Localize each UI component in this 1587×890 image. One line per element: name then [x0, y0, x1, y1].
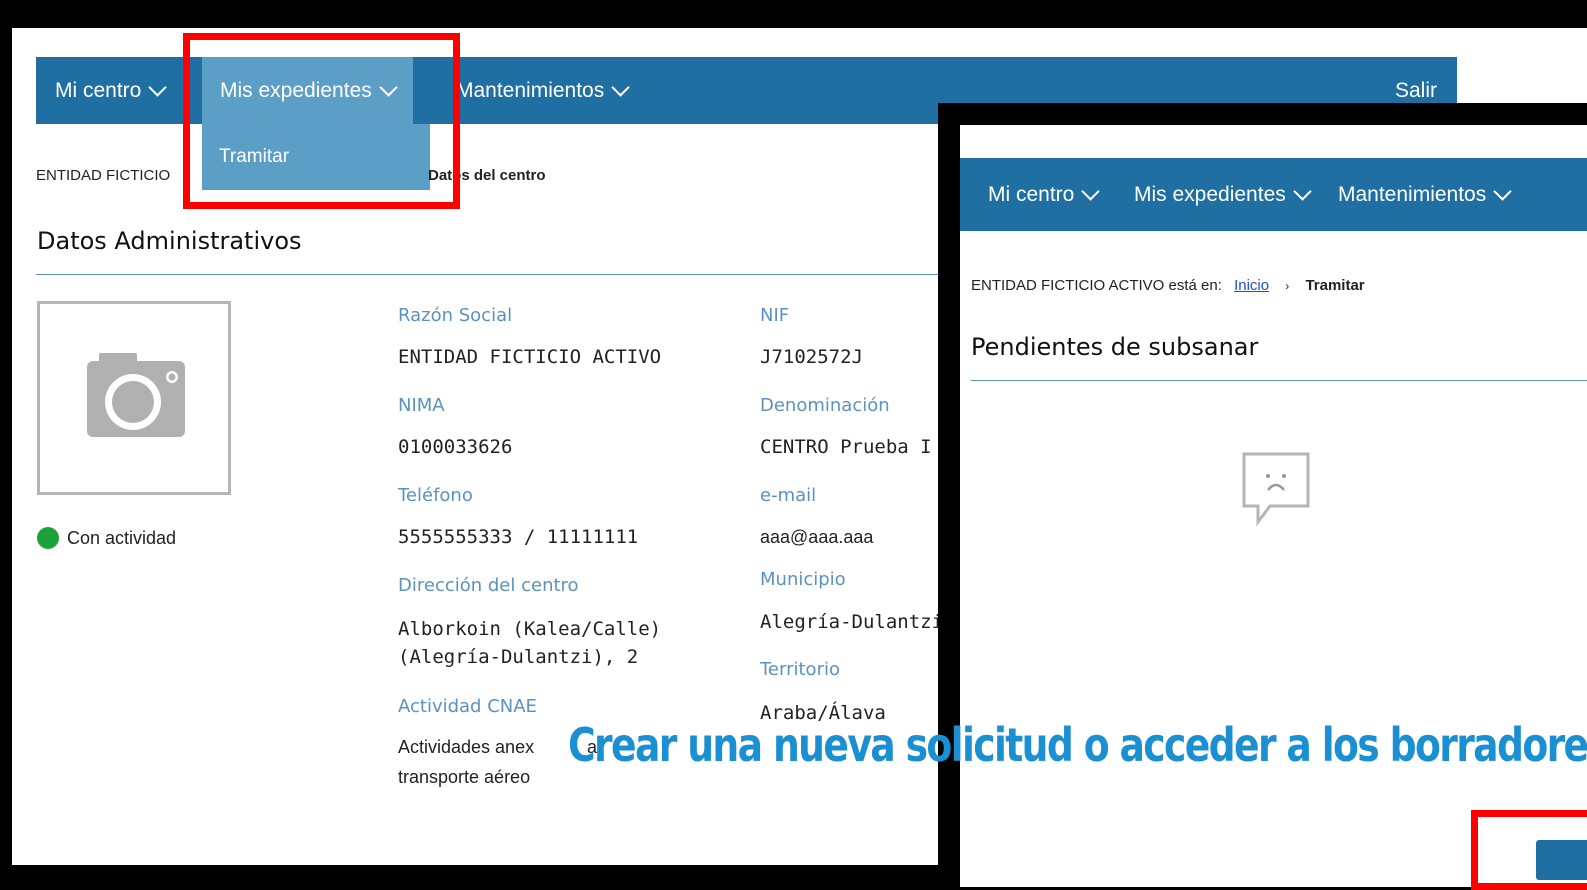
- breadcrumb-current: Tramitar: [1305, 277, 1365, 294]
- label-telefono: Teléfono: [398, 485, 473, 506]
- camera-icon: [87, 353, 185, 437]
- highlight-box-mis-expedientes: [183, 33, 460, 209]
- value-actividad-line2: transporte aéreo: [398, 767, 531, 787]
- value-municipio: Alegría-Dulantzi: [760, 611, 944, 633]
- breadcrumb: ENTIDAD FICTICIO ACTIVO está en: Inicio …: [971, 277, 1365, 294]
- value-nif: J7102572J: [760, 346, 863, 368]
- logout-link[interactable]: Salir: [1395, 79, 1437, 103]
- page-title: Pendientes de subsanar: [971, 333, 1259, 361]
- breadcrumb-separator-icon: ›: [1285, 279, 1290, 293]
- title-divider: [36, 274, 956, 275]
- breadcrumb: ENTIDAD FICTICIO: [36, 167, 170, 184]
- nav-mi-centro[interactable]: Mi centro: [55, 77, 168, 103]
- nav-label: Mantenimientos: [1338, 182, 1487, 206]
- value-email: aaa@aaa.aaa: [760, 527, 874, 547]
- value-nima: 0100033626: [398, 436, 513, 458]
- label-email: e-mail: [760, 485, 817, 506]
- breadcrumb-prefix: ENTIDAD FICTICIO ACTIVO está en:: [971, 277, 1222, 294]
- nav-mis-expedientes[interactable]: Mis expedientes: [1134, 181, 1312, 207]
- top-navbar: Mi centro Mis expedientes Mantenimientos: [960, 158, 1587, 231]
- label-nif: NIF: [760, 305, 790, 326]
- chevron-down-icon: [1493, 181, 1512, 201]
- breadcrumb-prefix: ENTIDAD FICTICIO: [36, 167, 171, 184]
- label-actividad-cnae: Actividad CNAE: [398, 696, 537, 717]
- highlight-box-new-request: [1471, 810, 1587, 890]
- value-denominacion: CENTRO Prueba I: [760, 436, 932, 458]
- tutorial-caption: Crear una nueva solicitud o acceder a lo…: [568, 718, 1587, 772]
- nav-mantenimientos[interactable]: Mantenimientos: [456, 77, 630, 103]
- logout-label: Salir: [1394, 78, 1437, 102]
- nav-label: Mantenimientos: [456, 78, 605, 102]
- value-telefono: 5555555333 / 11111111: [398, 526, 639, 548]
- label-direccion: Dirección del centro: [398, 575, 579, 596]
- breadcrumb-home-link[interactable]: Inicio: [1234, 277, 1269, 294]
- chevron-down-icon: [611, 77, 630, 97]
- chevron-down-icon: [1081, 181, 1101, 201]
- chevron-down-icon: [1293, 181, 1312, 201]
- nav-label: Mi centro: [988, 182, 1075, 206]
- label-territorio: Territorio: [760, 659, 840, 680]
- value-actividad-head: Actividades anex: [398, 737, 535, 757]
- label-razon-social: Razón Social: [398, 305, 513, 326]
- nav-mantenimientos[interactable]: Mantenimientos: [1338, 181, 1512, 207]
- label-municipio: Municipio: [760, 569, 846, 590]
- chevron-down-icon: [148, 77, 168, 97]
- status-badge: Con actividad: [37, 527, 176, 549]
- title-divider: [971, 380, 1587, 381]
- value-razon-social: ENTIDAD FICTICIO ACTIVO: [398, 346, 662, 368]
- status-dot-icon: [37, 527, 59, 549]
- value-direccion-line2: (Alegría-Dulantzi), 2: [398, 646, 639, 668]
- empty-sad-message-icon: [1242, 452, 1310, 527]
- label-denominacion: Denominación: [760, 395, 890, 416]
- value-direccion-line1: Alborkoin (Kalea/Calle): [398, 618, 662, 640]
- page-title: Datos Administrativos: [37, 227, 302, 255]
- center-photo-placeholder: [37, 301, 231, 495]
- label-nima: NIMA: [398, 395, 445, 416]
- status-label: Con actividad: [67, 527, 177, 548]
- value-actividad-line1: Actividades anex: [398, 733, 534, 761]
- nav-label: Mi centro: [55, 78, 142, 102]
- nav-mi-centro[interactable]: Mi centro: [988, 181, 1101, 207]
- nav-label: Mis expedientes: [1134, 182, 1286, 206]
